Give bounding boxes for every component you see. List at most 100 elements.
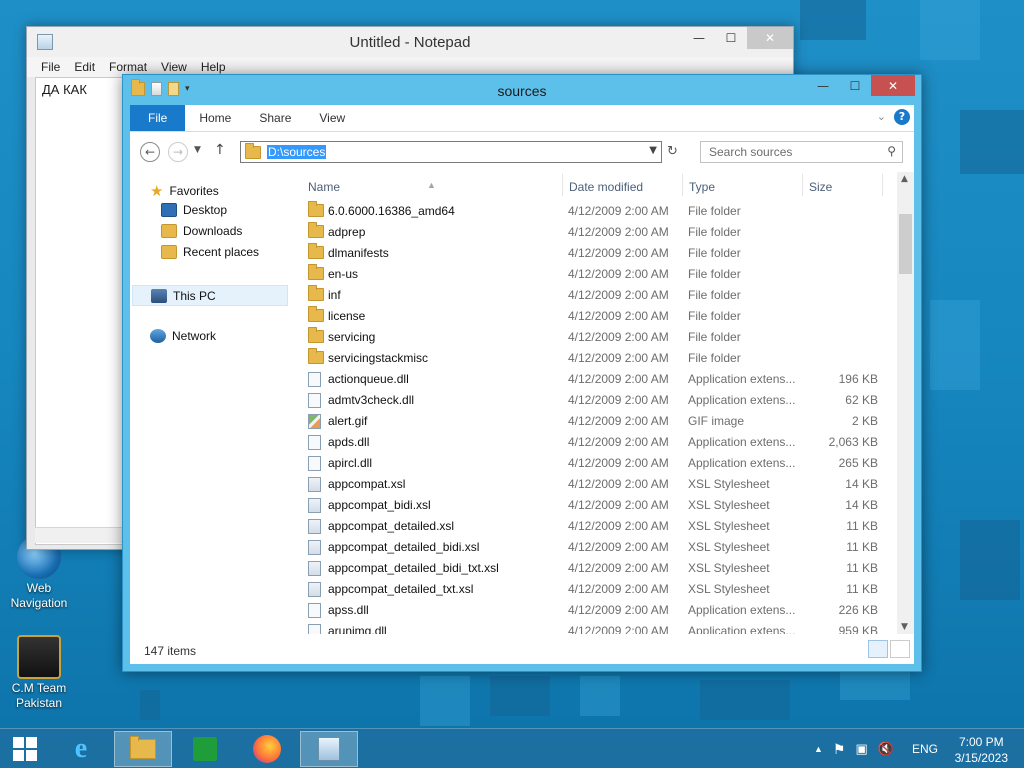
nav-recent-places[interactable]: Recent places	[161, 245, 259, 259]
file-row[interactable]: servicing 4/12/2009 2:00 AM File folder	[302, 326, 914, 347]
file-row[interactable]: alert.gif 4/12/2009 2:00 AM GIF image 2 KB	[302, 410, 914, 431]
file-size: 959 KB	[838, 624, 878, 634]
start-button[interactable]	[0, 731, 50, 767]
file-size: 11 KB	[846, 540, 878, 554]
back-button[interactable]: ←	[140, 142, 160, 162]
maximize-button[interactable]: ☐	[715, 27, 747, 49]
sort-arrow-icon: ▲	[427, 180, 436, 190]
file-row[interactable]: inf 4/12/2009 2:00 AM File folder	[302, 284, 914, 305]
desktop-icon-cm-team[interactable]: C.M Team Pakistan	[5, 635, 73, 711]
file-row[interactable]: en-us 4/12/2009 2:00 AM File folder	[302, 263, 914, 284]
scroll-up-icon[interactable]: ▲	[901, 174, 908, 184]
volume-muted-icon[interactable]: 🔇	[878, 741, 894, 757]
file-row[interactable]: admtv3check.dll 4/12/2009 2:00 AM Applicat…	[302, 389, 914, 410]
menu-edit[interactable]: Edit	[68, 57, 101, 77]
notepad-button[interactable]	[300, 731, 358, 767]
file-type: File folder	[688, 225, 741, 239]
file-name: 6.0.6000.16386_amd64	[328, 204, 455, 218]
cm-team-icon	[17, 635, 61, 679]
file-row[interactable]: license 4/12/2009 2:00 AM File folder	[302, 305, 914, 326]
file-row[interactable]: apss.dll 4/12/2009 2:00 AM Application ext…	[302, 599, 914, 620]
folder-icon	[308, 201, 324, 220]
nav-network[interactable]: Network	[150, 329, 216, 343]
store-button[interactable]	[176, 731, 234, 767]
file-row[interactable]: appcompat.xsl 4/12/2009 2:00 AM XSL Styles…	[302, 473, 914, 494]
explorer-titlebar[interactable]: ▾ sources — ☐ ✕	[123, 75, 921, 105]
language-indicator[interactable]: ENG	[912, 742, 938, 756]
up-arrow-icon[interactable]: ↑	[214, 142, 226, 158]
system-tray: ▲ ⚑ ▣ 🔇 ENG	[814, 729, 938, 768]
address-text[interactable]: D:\sources	[267, 145, 327, 159]
menu-file[interactable]: File	[35, 57, 66, 77]
scrollbar-thumb[interactable]	[899, 214, 912, 274]
column-type[interactable]: Type	[689, 180, 715, 194]
clock[interactable]: 7:00 PM 3/15/2023	[955, 734, 1008, 766]
file-row[interactable]: appcompat_detailed_bidi.xsl 4/12/2009 2:0…	[302, 536, 914, 557]
internet-explorer-button[interactable]: e	[52, 731, 110, 767]
tab-share[interactable]: Share	[245, 105, 305, 131]
file-row[interactable]: appcompat_bidi.xsl 4/12/2009 2:00 AM XSL S…	[302, 494, 914, 515]
maximize-button[interactable]: ☐	[839, 75, 871, 97]
minimize-button[interactable]: —	[807, 75, 839, 97]
file-row[interactable]: arunimg.dll 4/12/2009 2:00 AM Application …	[302, 620, 914, 634]
file-size: 14 KB	[845, 477, 878, 491]
clock-time: 7:00 PM	[958, 735, 1004, 749]
column-size[interactable]: Size	[809, 180, 832, 194]
details-view-button[interactable]	[868, 640, 888, 658]
chevron-down-icon[interactable]: ▼	[649, 145, 657, 156]
refresh-icon[interactable]: ↻	[667, 144, 678, 159]
scroll-down-icon[interactable]: ▼	[901, 622, 908, 632]
file-name: appcompat_detailed_bidi.xsl	[328, 540, 480, 554]
file-row[interactable]: 6.0.6000.16386_amd64 4/12/2009 2:00 AM Fil…	[302, 200, 914, 221]
nav-favorites[interactable]: ★ Favorites	[150, 182, 219, 200]
internet-explorer-icon: e	[74, 733, 88, 764]
vertical-scrollbar[interactable]: ▲ ▼	[897, 172, 914, 634]
file-row[interactable]: apircl.dll 4/12/2009 2:00 AM Application e…	[302, 452, 914, 473]
help-icon[interactable]: ?	[894, 109, 910, 125]
file-name: apircl.dll	[328, 456, 373, 470]
notepad-titlebar[interactable]: Untitled - Notepad — ☐ ✕	[27, 27, 793, 57]
nav-downloads[interactable]: Downloads	[161, 224, 242, 238]
file-row[interactable]: apds.dll 4/12/2009 2:00 AM Application ext…	[302, 431, 914, 452]
nav-this-pc[interactable]: This PC	[132, 285, 288, 306]
file-name: appcompat.xsl	[328, 477, 406, 491]
explorer-window[interactable]: ▾ sources — ☐ ✕ File Home Share View ⌄ ?…	[122, 74, 922, 672]
forward-button[interactable]: →	[168, 142, 188, 162]
search-input[interactable]: Search sources ⚲	[700, 141, 903, 163]
file-row[interactable]: adprep 4/12/2009 2:00 AM File folder	[302, 221, 914, 242]
large-icons-view-button[interactable]	[890, 640, 910, 658]
close-button[interactable]: ✕	[871, 75, 915, 96]
ribbon: File Home Share View ⌄ ?	[130, 105, 914, 132]
firefox-button[interactable]	[238, 731, 296, 767]
file-row[interactable]: servicingstackmisc 4/12/2009 2:00 AM File …	[302, 347, 914, 368]
file-row[interactable]: dlmanifests 4/12/2009 2:00 AM File folder	[302, 242, 914, 263]
address-bar[interactable]: D:\sources ▼	[240, 141, 662, 163]
close-button[interactable]: ✕	[747, 27, 793, 49]
store-icon	[193, 737, 217, 761]
recent-places-icon	[161, 245, 177, 259]
file-explorer-button[interactable]	[114, 731, 172, 767]
file-row[interactable]: actionqueue.dll 4/12/2009 2:00 AM Applicat…	[302, 368, 914, 389]
tab-view[interactable]: View	[305, 105, 359, 131]
nav-desktop[interactable]: Desktop	[161, 203, 227, 217]
minimize-button[interactable]: —	[683, 27, 715, 49]
notepad-text-area[interactable]: ДА КАК	[35, 77, 127, 545]
column-name[interactable]: Name	[308, 180, 340, 194]
action-center-icon[interactable]: ⚑	[833, 741, 846, 758]
file-row[interactable]: appcompat_detailed.xsl 4/12/2009 2:00 AM X…	[302, 515, 914, 536]
column-date-modified[interactable]: Date modified	[569, 180, 643, 194]
file-row[interactable]: appcompat_detailed_bidi_txt.xsl 4/12/2009…	[302, 557, 914, 578]
notepad-horizontal-scrollbar[interactable]	[35, 527, 127, 543]
tab-file[interactable]: File	[130, 105, 186, 131]
file-size: 14 KB	[845, 498, 878, 512]
network-status-icon[interactable]: ▣	[855, 741, 867, 757]
folder-icon	[308, 285, 324, 304]
show-hidden-icons-icon[interactable]: ▲	[814, 744, 823, 754]
tab-home[interactable]: Home	[185, 105, 245, 131]
file-row[interactable]: appcompat_detailed_txt.xsl 4/12/2009 2:00…	[302, 578, 914, 599]
expand-ribbon-icon[interactable]: ⌄	[877, 110, 886, 123]
search-icon[interactable]: ⚲	[887, 144, 896, 158]
recent-locations-icon[interactable]: ▼	[194, 145, 201, 155]
file-name: arunimg.dll	[328, 624, 387, 634]
file-date-modified: 4/12/2009 2:00 AM	[568, 288, 669, 302]
